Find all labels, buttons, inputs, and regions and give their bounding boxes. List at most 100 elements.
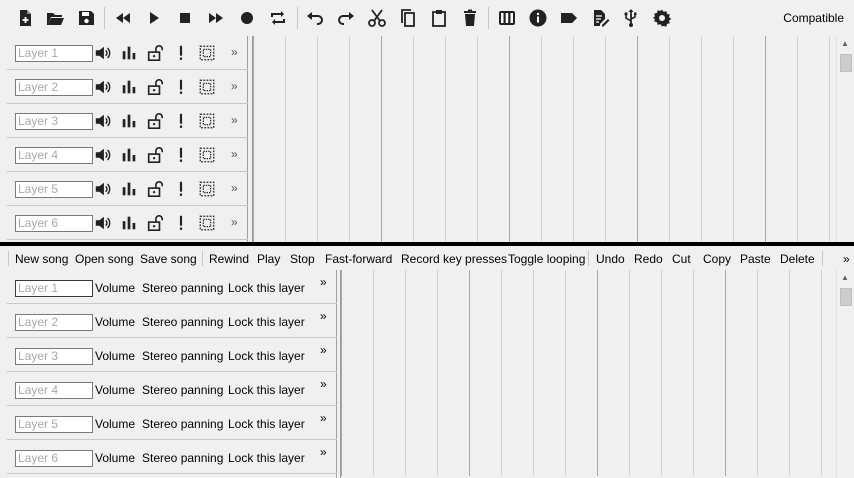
unlock-icon[interactable] bbox=[145, 43, 165, 63]
stereo-panning-button[interactable]: Stereo panning bbox=[142, 383, 223, 397]
layer-more-button[interactable]: » bbox=[231, 79, 238, 93]
layer-more-button[interactable]: » bbox=[320, 275, 327, 289]
open-song-icon[interactable] bbox=[42, 5, 68, 31]
text-toolbar-copy[interactable]: Copy bbox=[703, 252, 731, 266]
toolbar-overflow-button[interactable]: » bbox=[843, 252, 850, 266]
solo-icon[interactable] bbox=[171, 43, 191, 63]
text-toolbar-save-song[interactable]: Save song bbox=[140, 252, 197, 266]
cut-icon[interactable] bbox=[364, 5, 390, 31]
unlock-icon[interactable] bbox=[145, 213, 165, 233]
fast-forward-icon[interactable] bbox=[203, 5, 229, 31]
select-layer-icon[interactable] bbox=[197, 43, 217, 63]
text-toolbar-fast-forward[interactable]: Fast-forward bbox=[325, 252, 392, 266]
lock-layer-button[interactable]: Lock this layer bbox=[228, 349, 305, 363]
unlock-icon[interactable] bbox=[145, 145, 165, 165]
play-icon[interactable] bbox=[141, 5, 167, 31]
lock-layer-button[interactable]: Lock this layer bbox=[228, 383, 305, 397]
stereo-panning-icon[interactable] bbox=[119, 179, 139, 199]
scrollbar-thumb[interactable] bbox=[840, 54, 852, 72]
volume-button[interactable]: Volume bbox=[95, 315, 135, 329]
scrollbar-thumb[interactable] bbox=[840, 288, 852, 306]
vertical-scrollbar-lower[interactable]: ▲ bbox=[836, 270, 854, 478]
solo-icon[interactable] bbox=[171, 145, 191, 165]
volume-button[interactable]: Volume bbox=[95, 451, 135, 465]
volume-icon[interactable] bbox=[93, 145, 113, 165]
redo-icon[interactable] bbox=[333, 5, 359, 31]
stop-icon[interactable] bbox=[172, 5, 198, 31]
layer-more-button[interactable]: » bbox=[320, 309, 327, 323]
loop-icon[interactable] bbox=[265, 5, 291, 31]
layer-more-button[interactable]: » bbox=[231, 45, 238, 59]
usb-icon[interactable] bbox=[618, 5, 644, 31]
layer-name-field[interactable]: Layer 6 bbox=[15, 215, 93, 232]
text-toolbar-record-key-presses[interactable]: Record key presses bbox=[401, 252, 507, 266]
volume-button[interactable]: Volume bbox=[95, 383, 135, 397]
solo-icon[interactable] bbox=[171, 77, 191, 97]
volume-icon[interactable] bbox=[93, 213, 113, 233]
layer-name-field[interactable]: Layer 3 bbox=[15, 113, 93, 130]
text-toolbar-undo[interactable]: Undo bbox=[596, 252, 625, 266]
note-grid-lower[interactable] bbox=[340, 270, 834, 478]
layer-more-button[interactable]: » bbox=[231, 181, 238, 195]
text-toolbar-new-song[interactable]: New song bbox=[15, 252, 68, 266]
volume-icon[interactable] bbox=[93, 77, 113, 97]
instruments-icon[interactable] bbox=[494, 5, 520, 31]
info-icon[interactable] bbox=[525, 5, 551, 31]
layer-name-field[interactable]: Layer 5 bbox=[15, 416, 93, 433]
undo-icon[interactable] bbox=[302, 5, 328, 31]
layer-more-button[interactable]: » bbox=[231, 215, 238, 229]
layer-name-field[interactable]: Layer 4 bbox=[15, 382, 93, 399]
scroll-up-icon[interactable]: ▲ bbox=[841, 39, 849, 48]
select-layer-icon[interactable] bbox=[197, 111, 217, 131]
volume-icon[interactable] bbox=[93, 43, 113, 63]
select-layer-icon[interactable] bbox=[197, 213, 217, 233]
volume-button[interactable]: Volume bbox=[95, 349, 135, 363]
volume-button[interactable]: Volume bbox=[95, 281, 135, 295]
layer-more-button[interactable]: » bbox=[320, 377, 327, 391]
text-toolbar-play[interactable]: Play bbox=[257, 252, 280, 266]
layer-more-button[interactable]: » bbox=[320, 445, 327, 459]
stereo-panning-button[interactable]: Stereo panning bbox=[142, 315, 223, 329]
tag-icon[interactable] bbox=[556, 5, 582, 31]
layer-name-field[interactable]: Layer 1 bbox=[15, 45, 93, 62]
unlock-icon[interactable] bbox=[145, 179, 165, 199]
layer-name-field[interactable]: Layer 2 bbox=[15, 79, 93, 96]
text-toolbar-paste[interactable]: Paste bbox=[740, 252, 771, 266]
text-toolbar-rewind[interactable]: Rewind bbox=[209, 252, 249, 266]
stereo-panning-button[interactable]: Stereo panning bbox=[142, 451, 223, 465]
layer-more-button[interactable]: » bbox=[231, 113, 238, 127]
select-layer-icon[interactable] bbox=[197, 145, 217, 165]
settings-icon[interactable] bbox=[649, 5, 675, 31]
layer-name-field[interactable]: Layer 6 bbox=[15, 450, 93, 467]
layer-name-field[interactable]: Layer 5 bbox=[15, 181, 93, 198]
text-toolbar-open-song[interactable]: Open song bbox=[75, 252, 134, 266]
text-toolbar-redo[interactable]: Redo bbox=[634, 252, 663, 266]
lock-layer-button[interactable]: Lock this layer bbox=[228, 451, 305, 465]
layer-name-field[interactable]: Layer 4 bbox=[15, 147, 93, 164]
scroll-up-icon[interactable]: ▲ bbox=[841, 273, 849, 282]
stereo-panning-icon[interactable] bbox=[119, 145, 139, 165]
layer-more-button[interactable]: » bbox=[320, 343, 327, 357]
lock-layer-button[interactable]: Lock this layer bbox=[228, 417, 305, 431]
solo-icon[interactable] bbox=[171, 179, 191, 199]
layer-name-field[interactable]: Layer 2 bbox=[15, 314, 93, 331]
select-layer-icon[interactable] bbox=[197, 77, 217, 97]
volume-icon[interactable] bbox=[93, 179, 113, 199]
paste-icon[interactable] bbox=[426, 5, 452, 31]
layer-name-field[interactable]: Layer 1 bbox=[15, 280, 93, 297]
select-layer-icon[interactable] bbox=[197, 179, 217, 199]
solo-icon[interactable] bbox=[171, 213, 191, 233]
lock-layer-button[interactable]: Lock this layer bbox=[228, 315, 305, 329]
stereo-panning-button[interactable]: Stereo panning bbox=[142, 349, 223, 363]
layer-more-button[interactable]: » bbox=[231, 147, 238, 161]
unlock-icon[interactable] bbox=[145, 111, 165, 131]
stereo-panning-icon[interactable] bbox=[119, 213, 139, 233]
layer-more-button[interactable]: » bbox=[320, 411, 327, 425]
note-grid[interactable] bbox=[252, 36, 834, 242]
delete-icon[interactable] bbox=[457, 5, 483, 31]
volume-icon[interactable] bbox=[93, 111, 113, 131]
text-toolbar-toggle-looping[interactable]: Toggle looping bbox=[508, 252, 585, 266]
stereo-panning-button[interactable]: Stereo panning bbox=[142, 281, 223, 295]
solo-icon[interactable] bbox=[171, 111, 191, 131]
text-toolbar-delete[interactable]: Delete bbox=[780, 252, 815, 266]
